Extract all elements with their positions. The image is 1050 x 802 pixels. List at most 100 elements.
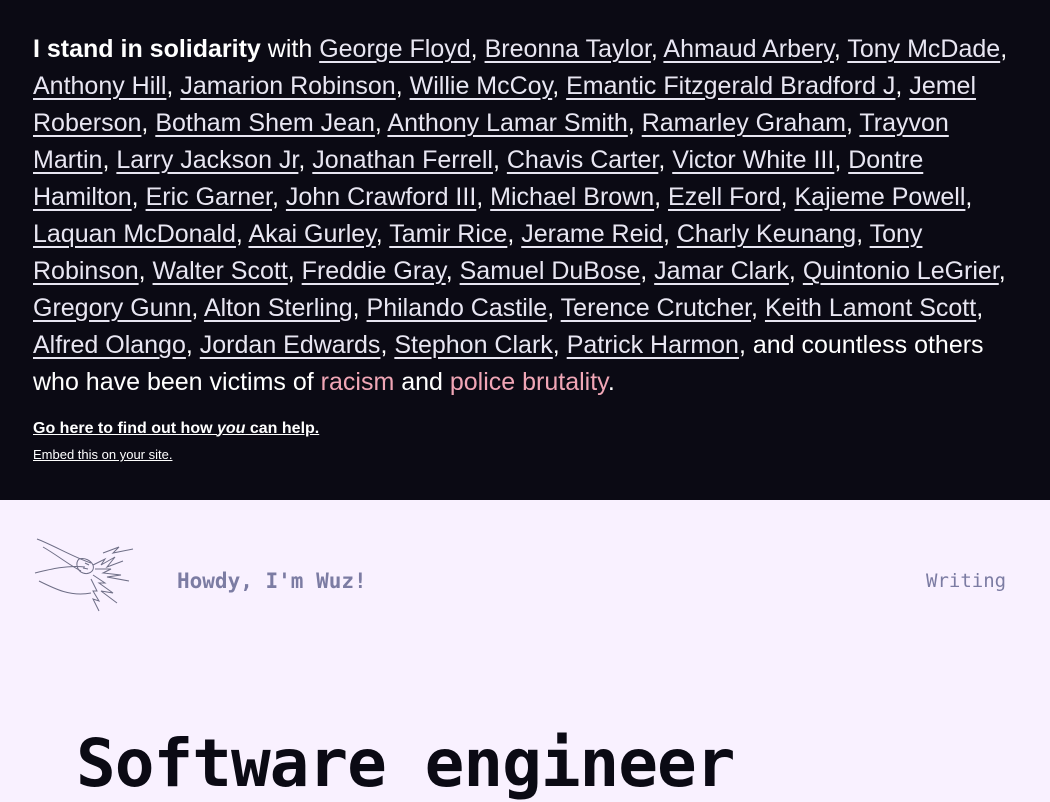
help-suffix: can help. [245,420,320,437]
victim-name-link[interactable]: Freddie Gray [302,257,446,285]
name-separator: , [1000,35,1008,63]
victim-name-link[interactable]: Laquan McDonald [33,220,236,248]
victim-name-link[interactable]: Samuel DuBose [460,257,641,285]
names-list: George Floyd, Breonna Taylor, Ahmaud Arb… [33,35,1007,359]
name-separator: , [102,146,117,174]
police-brutality-link[interactable]: police brutality [450,368,608,396]
victim-name-link[interactable]: Larry Jackson Jr [116,146,298,174]
name-separator: , [507,220,522,248]
victim-name-link[interactable]: Tony McDade [847,35,1000,63]
victim-name-link[interactable]: Terence Crutcher [561,294,751,322]
victim-name-link[interactable]: Willie McCoy [410,72,553,100]
victim-name-link[interactable]: Victor White III [672,146,834,174]
victim-name-link[interactable]: Michael Brown [490,183,654,211]
victim-name-link[interactable]: John Crawford III [286,183,476,211]
name-separator: , [185,331,200,359]
name-separator: , [552,72,567,100]
name-separator: , [131,183,146,211]
victim-name-link[interactable]: Botham Shem Jean [155,109,375,137]
victim-name-link[interactable]: Quintonio LeGrier [803,257,999,285]
racism-link[interactable]: racism [321,368,395,396]
name-separator: , [445,257,460,285]
name-separator: , [492,146,507,174]
name-separator: , [395,72,410,100]
victim-name-link[interactable]: George Floyd [319,35,470,63]
victim-name-link[interactable]: Jamarion Robinson [180,72,395,100]
name-separator: , [298,146,313,174]
name-separator: , [166,72,181,100]
name-separator: , [976,294,984,322]
name-separator: , [965,183,973,211]
logo-hand-lightning-icon[interactable] [33,535,143,617]
name-separator: , [352,294,367,322]
victim-name-link[interactable]: Jamar Clark [654,257,789,285]
name-separator: , [654,183,669,211]
name-separator: , [856,220,870,248]
name-separator: , [788,257,803,285]
name-separator: , [552,331,567,359]
victim-name-link[interactable]: Emantic Fitzgerald Bradford J [566,72,895,100]
victim-name-link[interactable]: Anthony Lamar Smith [387,109,627,137]
victim-name-link[interactable]: Eric Garner [146,183,272,211]
victim-name-link[interactable]: Anthony Hill [33,72,166,100]
victim-name-link[interactable]: Breonna Taylor [485,35,651,63]
name-separator: , [470,35,485,63]
with-text: with [260,35,320,63]
victim-name-link[interactable]: Jerame Reid [521,220,663,248]
victim-name-link[interactable]: Alton Sterling [204,294,353,322]
victim-name-link[interactable]: Philando Castile [367,294,548,322]
name-separator: , [640,257,655,285]
name-separator: , [845,109,860,137]
solidarity-statement: I stand in solidarity with George Floyd,… [33,31,1018,401]
site-header [0,500,1050,660]
name-separator: , [751,294,765,322]
help-prefix: Go here to find out how [33,420,217,437]
name-separator: , [895,72,910,100]
help-you: you [216,420,246,437]
solidarity-banner: I stand in solidarity with George Floyd,… [0,0,1050,500]
name-separator: , [141,109,156,137]
victim-name-link[interactable]: Patrick Harmon [567,331,739,359]
name-separator: , [833,35,848,63]
name-separator: , [476,183,491,211]
victim-name-link[interactable]: Tamir Rice [389,220,507,248]
help-link[interactable]: Go here to find out how you can help. [33,420,319,438]
name-separator: , [650,35,664,63]
and-text: and [394,368,450,396]
victim-name-link[interactable]: Ramarley Graham [642,109,846,137]
name-separator: , [287,257,302,285]
name-separator: , [235,220,249,248]
name-separator: , [547,294,561,322]
name-separator: , [658,146,673,174]
solidarity-lead: I stand in solidarity [33,35,261,63]
victim-name-link[interactable]: Ahmaud Arbery [663,35,833,63]
name-separator: , [998,257,1006,285]
name-separator: , [375,220,390,248]
name-separator: , [374,109,388,137]
victim-name-link[interactable]: Jordan Edwards [200,331,381,359]
site-title: Howdy, I'm Wuz! [177,569,367,593]
victim-name-link[interactable]: Gregory Gunn [33,294,191,322]
name-separator: , [834,146,849,174]
name-separator: , [272,183,286,211]
name-separator: , [780,183,795,211]
name-separator: , [627,109,642,137]
nav-writing-link[interactable]: Writing [926,570,1006,592]
name-separator: , [191,294,204,322]
victim-name-link[interactable]: Ezell Ford [668,183,781,211]
victim-name-link[interactable]: Charly Keunang [677,220,856,248]
victim-name-link[interactable]: Kajieme Powell [794,183,965,211]
victim-name-link[interactable]: Walter Scott [153,257,288,285]
victim-name-link[interactable]: Keith Lamont Scott [765,294,976,322]
victim-name-link[interactable]: Alfred Olango [33,331,186,359]
victim-name-link[interactable]: Stephon Clark [394,331,552,359]
hero-title: Software engineer [76,725,736,802]
embed-link[interactable]: Embed this on your site. [33,447,172,462]
victim-name-link[interactable]: Jonathan Ferrell [312,146,493,174]
victim-name-link[interactable]: Akai Gurley [248,220,375,248]
name-separator: , [380,331,395,359]
name-separator: , [662,220,677,248]
name-separator: , [138,257,153,285]
period-text: . [607,368,615,396]
victim-name-link[interactable]: Chavis Carter [507,146,658,174]
